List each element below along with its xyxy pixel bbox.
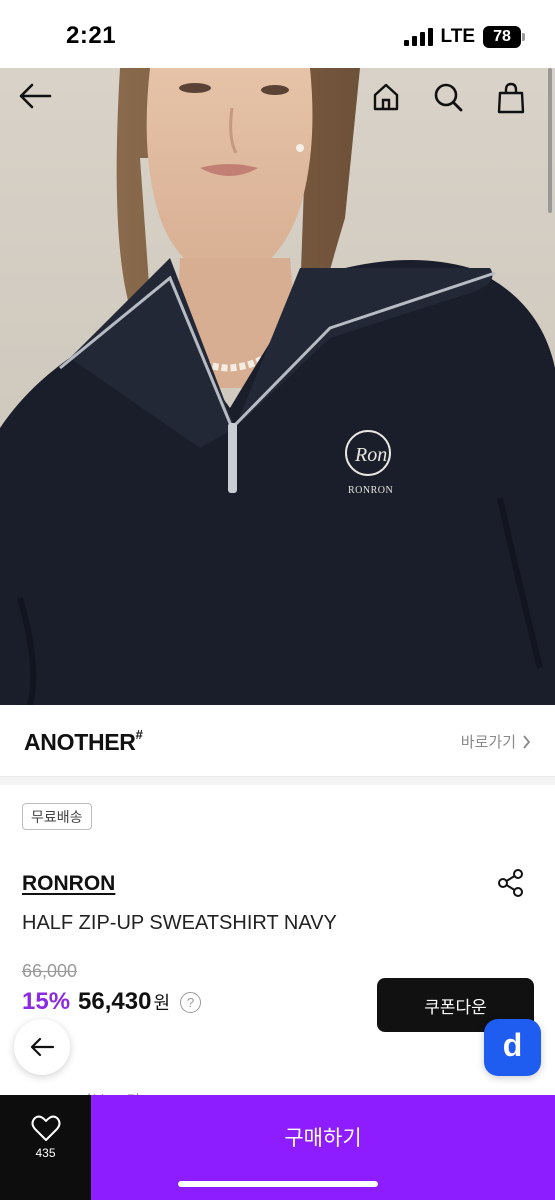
brand-row[interactable]: ANOTHER# 바로가기	[0, 705, 555, 777]
brand-name: ANOTHER	[24, 729, 136, 755]
network-label: LTE	[440, 26, 475, 47]
sweatshirt-logo-text: RONRON	[348, 485, 393, 496]
battery-icon: 78	[483, 26, 525, 48]
sale-price: 56,430	[78, 988, 152, 1015]
share-button[interactable]	[496, 868, 526, 898]
original-price: 66,000	[22, 961, 78, 981]
price-info-icon[interactable]: ?	[180, 992, 202, 1013]
status-indicators: LTE 78	[403, 25, 525, 49]
free-shipping-badge: 무료배송	[22, 803, 92, 830]
product-brand-link[interactable]: RONRON	[22, 872, 115, 896]
signal-icon	[403, 28, 433, 46]
section-divider	[0, 777, 555, 785]
price-row: 15% 56,430 원 ?	[22, 988, 202, 1016]
discount-rate: 15%	[22, 988, 71, 1015]
brand-shortcut-label: 바로가기	[460, 734, 516, 751]
chevron-right-icon	[523, 734, 531, 749]
back-arrow-icon	[30, 1037, 55, 1057]
like-count: 435	[35, 1146, 56, 1160]
brand-shortcut-link[interactable]: 바로가기	[461, 731, 531, 752]
app-badge-letter: d	[502, 1027, 523, 1063]
home-indicator	[178, 1181, 378, 1187]
brand-logo: ANOTHER#	[24, 727, 143, 756]
back-arrow-icon	[19, 83, 52, 109]
status-bar: 2:21 LTE 78	[0, 0, 555, 68]
status-time: 2:21	[66, 22, 117, 49]
back-button[interactable]	[18, 82, 58, 122]
product-photo: Ron RONRON	[0, 68, 555, 705]
image-scroll-indicator	[548, 68, 552, 213]
cart-button[interactable]	[496, 82, 536, 122]
brand-mark: #	[135, 727, 143, 743]
heart-icon	[31, 1115, 60, 1141]
search-button[interactable]	[433, 82, 473, 122]
sweatshirt-monogram: Ron	[354, 444, 387, 466]
home-icon	[373, 83, 399, 111]
like-button[interactable]: 435	[0, 1095, 91, 1200]
product-image[interactable]: Ron RONRON	[0, 68, 555, 705]
product-name: HALF ZIP-UP SWEATSHIRT NAVY	[22, 912, 337, 934]
currency-unit: 원	[153, 993, 171, 1013]
app-chat-button[interactable]: d	[484, 1019, 541, 1076]
shopping-bag-icon	[497, 82, 525, 114]
share-icon	[498, 869, 523, 897]
floating-back-button[interactable]	[14, 1019, 70, 1075]
home-button[interactable]	[371, 82, 411, 122]
search-icon	[434, 83, 463, 112]
